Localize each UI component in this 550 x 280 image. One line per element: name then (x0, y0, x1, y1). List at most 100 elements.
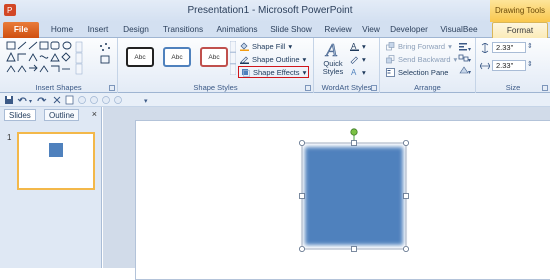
wordart-styles-launcher[interactable] (371, 85, 377, 91)
width-spinner-icon[interactable]: ⇕ (527, 60, 533, 68)
resize-handle-bottom[interactable] (351, 246, 357, 252)
shape-styles-launcher[interactable] (305, 85, 311, 91)
group-shape-styles: Abc Abc Abc Shape Fill ▾ Shape Outline ▾… (118, 38, 314, 93)
chevron-down-icon: ▾ (302, 55, 307, 64)
group-insert-shapes: Insert Shapes (0, 38, 118, 93)
title-bar: P Presentation1 - Microsoft PowerPoint D… (0, 0, 550, 22)
resize-handle-top[interactable] (351, 140, 357, 146)
shape-width-input[interactable]: 2.33" (492, 60, 526, 71)
group-size: 2.33" ⇕ 2.33" ⇕ Size (476, 38, 550, 93)
thumbnail-shape (49, 143, 63, 157)
text-outline-button[interactable]: ▾ (350, 54, 366, 65)
ribbon: Insert Shapes Abc Abc Abc Shape Fill ▾ S… (0, 38, 550, 93)
paint-bucket-icon (240, 42, 249, 51)
group-label-shape-styles: Shape Styles (193, 83, 238, 92)
resize-handle-top-right[interactable] (403, 139, 410, 146)
tab-insert[interactable]: Insert (80, 22, 116, 38)
slide-thumbnail[interactable] (17, 132, 95, 190)
pen-outline-icon (240, 56, 249, 64)
shape-fill-button[interactable]: Shape Fill ▾ (240, 41, 292, 52)
height-spinner-icon[interactable]: ⇕ (527, 42, 533, 50)
size-launcher[interactable] (542, 85, 548, 91)
resize-handle-left[interactable] (299, 193, 305, 199)
bring-forward-button[interactable]: Bring Forward ▾ (386, 41, 452, 52)
chevron-down-icon: ▾ (448, 42, 452, 51)
selected-shape[interactable] (296, 128, 416, 269)
svg-text:A: A (325, 40, 338, 58)
text-effects-button[interactable]: A ▾ (350, 67, 366, 78)
svg-text:A: A (351, 68, 357, 77)
app-icons: P (4, 4, 16, 16)
shape-effects-button[interactable]: Shape Effects ▾ (238, 66, 310, 78)
drawing-tools-context-label: Drawing Tools (490, 0, 550, 22)
close-icon[interactable]: × (92, 109, 97, 119)
tab-developer[interactable]: Developer (386, 22, 432, 38)
shape-outline-label: Shape Outline (252, 55, 300, 64)
tab-visualbee[interactable]: VisualBee (434, 22, 484, 38)
slide-canvas[interactable] (135, 120, 550, 280)
tab-outline[interactable]: Outline (44, 109, 80, 121)
text-fill-button[interactable]: A ▾ (350, 41, 366, 52)
chevron-down-icon: ▾ (453, 55, 458, 64)
insert-shapes-launcher[interactable] (109, 85, 115, 91)
styles-scroll-icon[interactable] (230, 41, 236, 75)
shape-height-input[interactable]: 2.33" (492, 42, 526, 53)
quick-access-toolbar: ▾ ▾ (0, 93, 550, 107)
shape-fill-label: Shape Fill (252, 42, 286, 51)
blue-square-shape (305, 147, 403, 245)
quick-access-icons[interactable]: ▾ ▾ (4, 95, 154, 105)
group-arrange: Bring Forward ▾ Send Backward ▾ Selectio… (380, 38, 476, 93)
group-label-wordart-styles: WordArt Styles (321, 83, 372, 92)
shape-effects-label: Shape Effects (253, 67, 300, 77)
slides-panel: Slides Outline × 1 (0, 107, 102, 268)
send-backward-label: Send Backward (398, 55, 451, 64)
svg-text:▾: ▾ (144, 98, 148, 105)
chevron-down-icon: ▾ (362, 55, 366, 64)
send-backward-button[interactable]: Send Backward ▾ (386, 54, 457, 65)
edit-shape-icon[interactable] (98, 42, 112, 68)
text-outline-icon (350, 56, 358, 64)
svg-text:▾: ▾ (468, 58, 471, 64)
svg-text:▾: ▾ (468, 70, 471, 76)
tab-format[interactable]: Format (492, 22, 548, 38)
text-fill-icon: A (350, 42, 359, 51)
tab-file[interactable]: File (3, 22, 39, 38)
resize-handle-right[interactable] (403, 193, 409, 199)
tab-slide-show[interactable]: Slide Show (266, 22, 316, 38)
chevron-down-icon: ▾ (288, 42, 293, 51)
tab-slides[interactable]: Slides (4, 109, 36, 121)
svg-text:P: P (7, 6, 12, 15)
quick-styles-button[interactable]: A Quick Styles (318, 40, 348, 80)
resize-handle-bottom-right[interactable] (403, 246, 410, 253)
shape-effects-icon (242, 68, 250, 77)
chevron-down-icon: ▾ (302, 67, 307, 77)
selection-pane-label: Selection Pane (398, 68, 449, 77)
group-label-insert-shapes: Insert Shapes (35, 83, 82, 92)
group-label-arrange: Arrange (414, 83, 441, 92)
tab-design[interactable]: Design (118, 22, 154, 38)
tab-review[interactable]: Review (320, 22, 356, 38)
bring-forward-label: Bring Forward (398, 42, 446, 51)
tab-animations[interactable]: Animations (212, 22, 262, 38)
shape-outline-button[interactable]: Shape Outline ▾ (240, 54, 306, 65)
rotation-handle-icon[interactable] (350, 128, 358, 136)
tab-view[interactable]: View (356, 22, 386, 38)
tab-transitions[interactable]: Transitions (158, 22, 208, 38)
ribbon-tabs: File Home Insert Design Transitions Anim… (0, 22, 550, 38)
send-backward-icon (386, 55, 395, 64)
tab-home[interactable]: Home (44, 22, 80, 38)
resize-handle-bottom-left[interactable] (299, 246, 305, 253)
powerpoint-logo-icon: P (4, 4, 16, 16)
slide-editing-area (103, 107, 550, 280)
resize-handle-top-left[interactable] (299, 139, 305, 146)
shape-style-swatch-dark[interactable]: Abc (126, 47, 154, 67)
selection-pane-button[interactable]: Selection Pane (386, 67, 448, 78)
selection-pane-icon (386, 68, 395, 77)
svg-text:▾: ▾ (468, 47, 471, 53)
wordart-a-icon: A (325, 40, 339, 61)
shape-style-swatch-blue[interactable]: Abc (163, 47, 191, 67)
shape-style-swatch-red[interactable]: Abc (200, 47, 228, 67)
align-group-rotate-icons[interactable]: ▾ ▾ ▾ (458, 41, 472, 77)
group-wordart-styles: A Quick Styles A ▾ ▾ A ▾ WordArt Styles (314, 38, 380, 93)
shapes-gallery[interactable] (6, 41, 84, 75)
